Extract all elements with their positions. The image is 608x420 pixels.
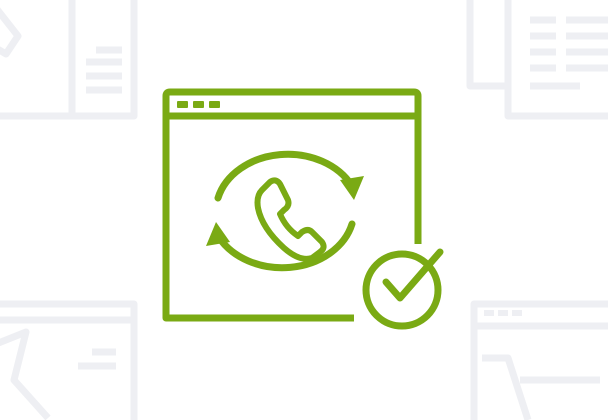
browser-callback-check-icon [162, 88, 444, 330]
illustration-canvas [0, 0, 608, 420]
phone-icon [254, 177, 327, 262]
browser-dots [177, 101, 220, 108]
